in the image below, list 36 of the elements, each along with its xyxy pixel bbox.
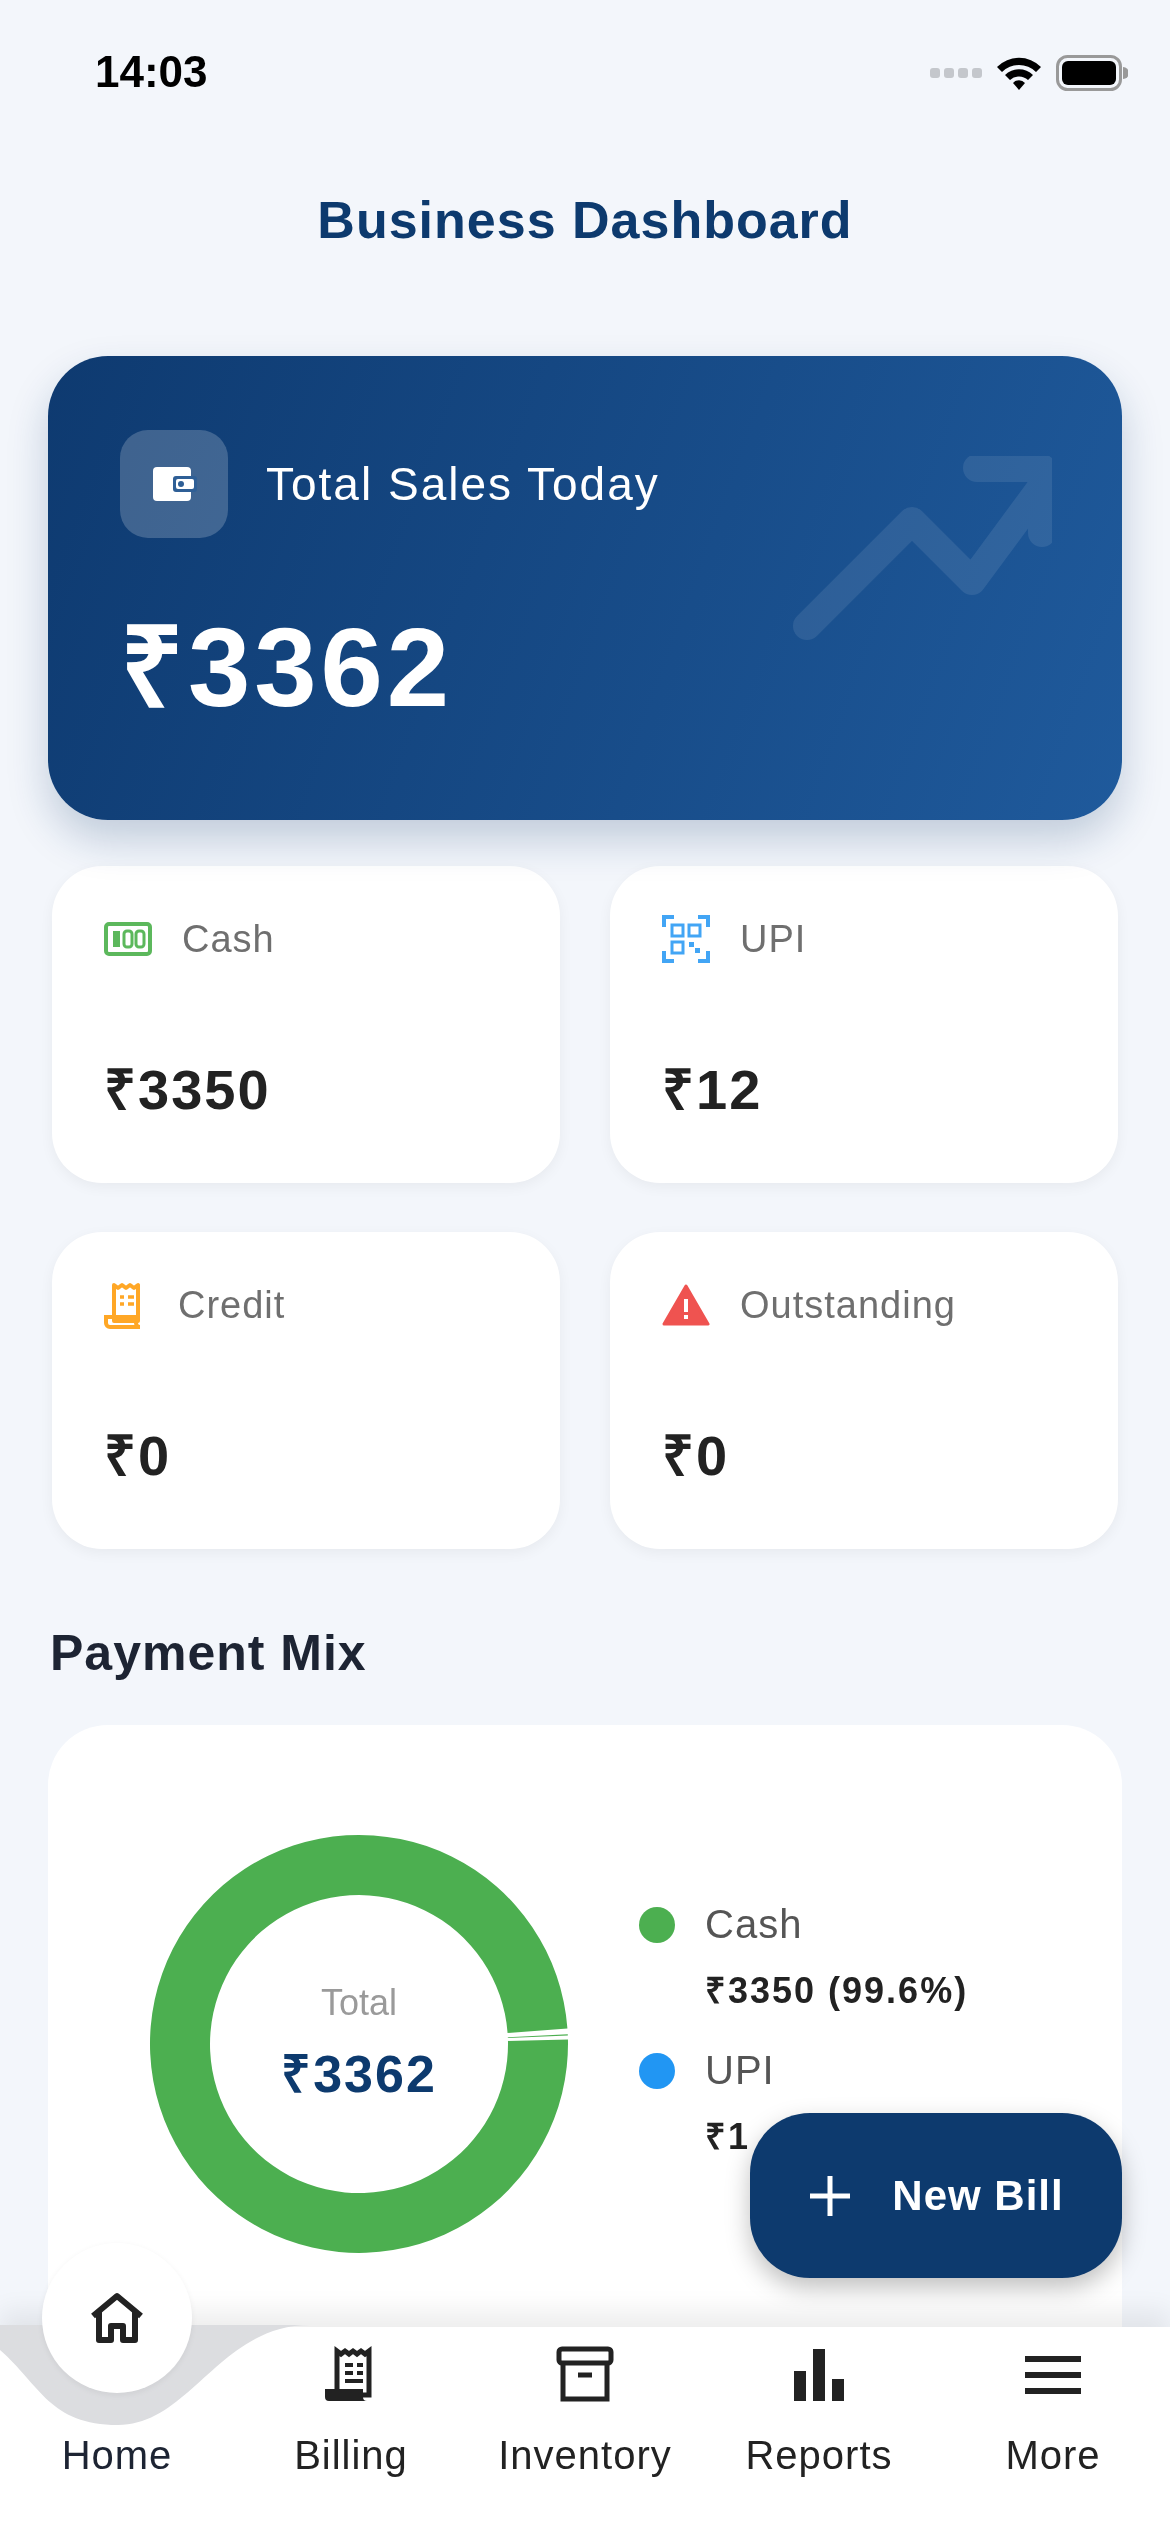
stat-value: ₹0 xyxy=(104,1423,173,1489)
stat-value: ₹0 xyxy=(662,1423,731,1489)
donut-center-value: ₹3362 xyxy=(281,2043,437,2105)
nav-tab[interactable]: More xyxy=(936,2327,1170,2532)
total-sales-label: Total Sales Today xyxy=(266,457,660,511)
nav-tab[interactable]: Reports xyxy=(702,2327,936,2532)
section-title: Payment Mix xyxy=(50,1624,368,1683)
wallet-icon xyxy=(120,430,228,538)
banknote-icon xyxy=(104,921,152,957)
signal-icon xyxy=(930,65,982,80)
stat-value: ₹3350 xyxy=(104,1057,272,1123)
new-bill-button[interactable]: New Bill xyxy=(750,2113,1122,2278)
legend-label: Cash xyxy=(705,1902,803,1947)
stat-label: Outstanding xyxy=(740,1283,956,1327)
legend-value: ₹1 xyxy=(705,2115,752,2159)
status-time: 14:03 xyxy=(95,46,208,97)
nav-tab[interactable]: Inventory xyxy=(468,2327,702,2532)
stat-label: Credit xyxy=(178,1283,286,1327)
page-title: Business Dashboard xyxy=(316,190,854,251)
battery-icon xyxy=(1056,54,1128,91)
legend-value: ₹3350 (99.6%) xyxy=(705,1969,969,2013)
nav-tab[interactable]: Billing xyxy=(234,2327,468,2532)
plus-icon xyxy=(808,2173,853,2218)
bar-chart-icon xyxy=(794,2349,844,2401)
stat-label: Cash xyxy=(182,917,275,961)
stat-label: UPI xyxy=(740,917,807,961)
stat-value: ₹12 xyxy=(662,1057,764,1123)
nav-tab[interactable]: Home xyxy=(0,2243,234,2532)
home-icon xyxy=(89,2292,145,2344)
total-sales-amount: ₹3362 xyxy=(120,612,455,724)
archive-box-icon xyxy=(556,2346,614,2404)
qr-code-icon xyxy=(662,915,710,963)
warning-icon xyxy=(662,1284,710,1326)
donut-center-label: Total xyxy=(320,1981,397,2024)
menu-icon xyxy=(1025,2355,1081,2395)
legend-label: UPI xyxy=(705,2048,775,2093)
